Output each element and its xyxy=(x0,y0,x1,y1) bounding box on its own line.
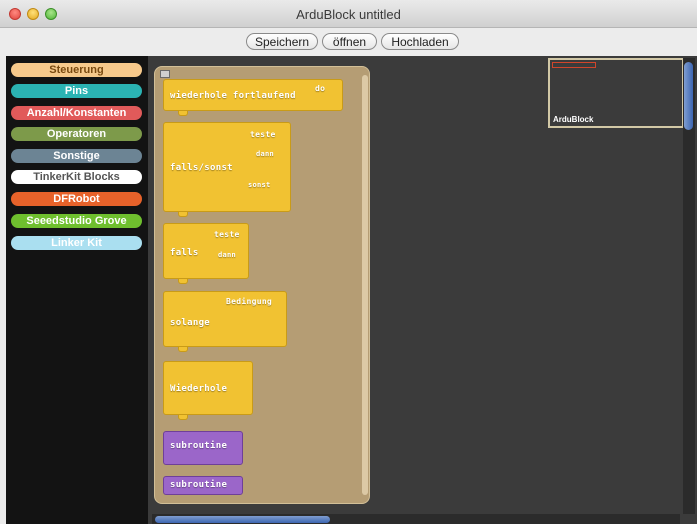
drawer-scrollbar[interactable] xyxy=(362,75,368,495)
open-button[interactable]: öffnen xyxy=(322,33,377,50)
category-label: Operatoren xyxy=(46,128,107,140)
socket-label: teste xyxy=(250,130,276,139)
socket-label: teste xyxy=(214,230,240,239)
repeat-block[interactable]: Wiederhole xyxy=(163,361,253,420)
drawer-collapse-icon[interactable] xyxy=(160,70,170,78)
category-label: Steuerung xyxy=(49,64,104,76)
socket-label: dann xyxy=(256,150,275,158)
socket-label: dann xyxy=(218,251,237,259)
block-label: Wiederhole xyxy=(170,384,228,394)
loop-forever-block[interactable]: wiederhole fortlaufend do xyxy=(163,79,343,116)
block-label: subroutine xyxy=(170,441,228,451)
category-label: DFRobot xyxy=(53,193,100,205)
category-pins[interactable]: Pins xyxy=(11,84,142,98)
category-label: Sonstige xyxy=(53,150,100,162)
socket-label: sonst xyxy=(248,181,271,189)
while-block[interactable]: solange Bedingung xyxy=(163,291,287,352)
block-label: solange xyxy=(170,318,211,328)
vertical-scroll-thumb[interactable] xyxy=(684,62,693,130)
category-tinkerkit-blocks[interactable]: TinkerKit Blocks xyxy=(11,170,142,184)
block-connector-notch xyxy=(178,347,188,352)
block-label: wiederhole fortlaufend xyxy=(170,91,296,101)
category-label: Anzahl/Konstanten xyxy=(26,107,127,119)
horizontal-scroll-thumb[interactable] xyxy=(155,516,330,523)
block-category-sidebar: Steuerung Pins Anzahl/Konstanten Operato… xyxy=(6,56,148,524)
main-area: Steuerung Pins Anzahl/Konstanten Operato… xyxy=(6,56,697,524)
block-connector-notch xyxy=(178,279,188,284)
toolbar: Speichern öffnen Hochladen xyxy=(0,28,697,56)
window-title: ArduBlock untitled xyxy=(296,7,401,22)
block-label: falls/sonst xyxy=(170,163,233,173)
minimap-label: ArduBlock xyxy=(553,115,594,124)
save-button[interactable]: Speichern xyxy=(246,33,318,50)
subroutine-definition-block[interactable]: subroutine xyxy=(163,431,243,465)
upload-button[interactable]: Hochladen xyxy=(381,33,459,50)
category-label: Linker Kit xyxy=(51,237,102,249)
socket-label: Bedingung xyxy=(226,297,273,306)
subroutine-call-block[interactable]: subroutine xyxy=(163,476,243,495)
title-bar: ArduBlock untitled xyxy=(0,0,697,28)
socket-label: do xyxy=(315,84,326,93)
category-label: Pins xyxy=(64,85,89,97)
if-block[interactable]: falls teste dann xyxy=(163,223,249,284)
category-sonstige[interactable]: Sonstige xyxy=(11,149,142,163)
category-label: Seeedstudio Grove xyxy=(26,215,127,227)
category-seeedstudio-grove[interactable]: Seeedstudio Grove xyxy=(11,214,142,228)
if-else-block[interactable]: falls/sonst teste dann sonst xyxy=(163,122,291,217)
block-connector-notch xyxy=(178,415,188,420)
category-label: TinkerKit Blocks xyxy=(33,171,120,183)
block-drawer: wiederhole fortlaufend do falls/sonst te… xyxy=(154,66,370,504)
category-anzahl-konstanten[interactable]: Anzahl/Konstanten xyxy=(11,106,142,120)
block-connector-notch xyxy=(178,212,188,217)
block-connector-notch xyxy=(178,111,188,116)
category-steuerung[interactable]: Steuerung xyxy=(11,63,142,77)
category-linker-kit[interactable]: Linker Kit xyxy=(11,236,142,250)
block-workspace[interactable]: wiederhole fortlaufend do falls/sonst te… xyxy=(148,56,697,524)
block-label: falls xyxy=(170,248,199,258)
block-label: subroutine xyxy=(170,480,228,490)
minimap-viewport[interactable] xyxy=(552,62,596,68)
category-operatoren[interactable]: Operatoren xyxy=(11,127,142,141)
workspace-minimap[interactable]: ArduBlock xyxy=(548,58,684,128)
category-dfrobot[interactable]: DFRobot xyxy=(11,192,142,206)
